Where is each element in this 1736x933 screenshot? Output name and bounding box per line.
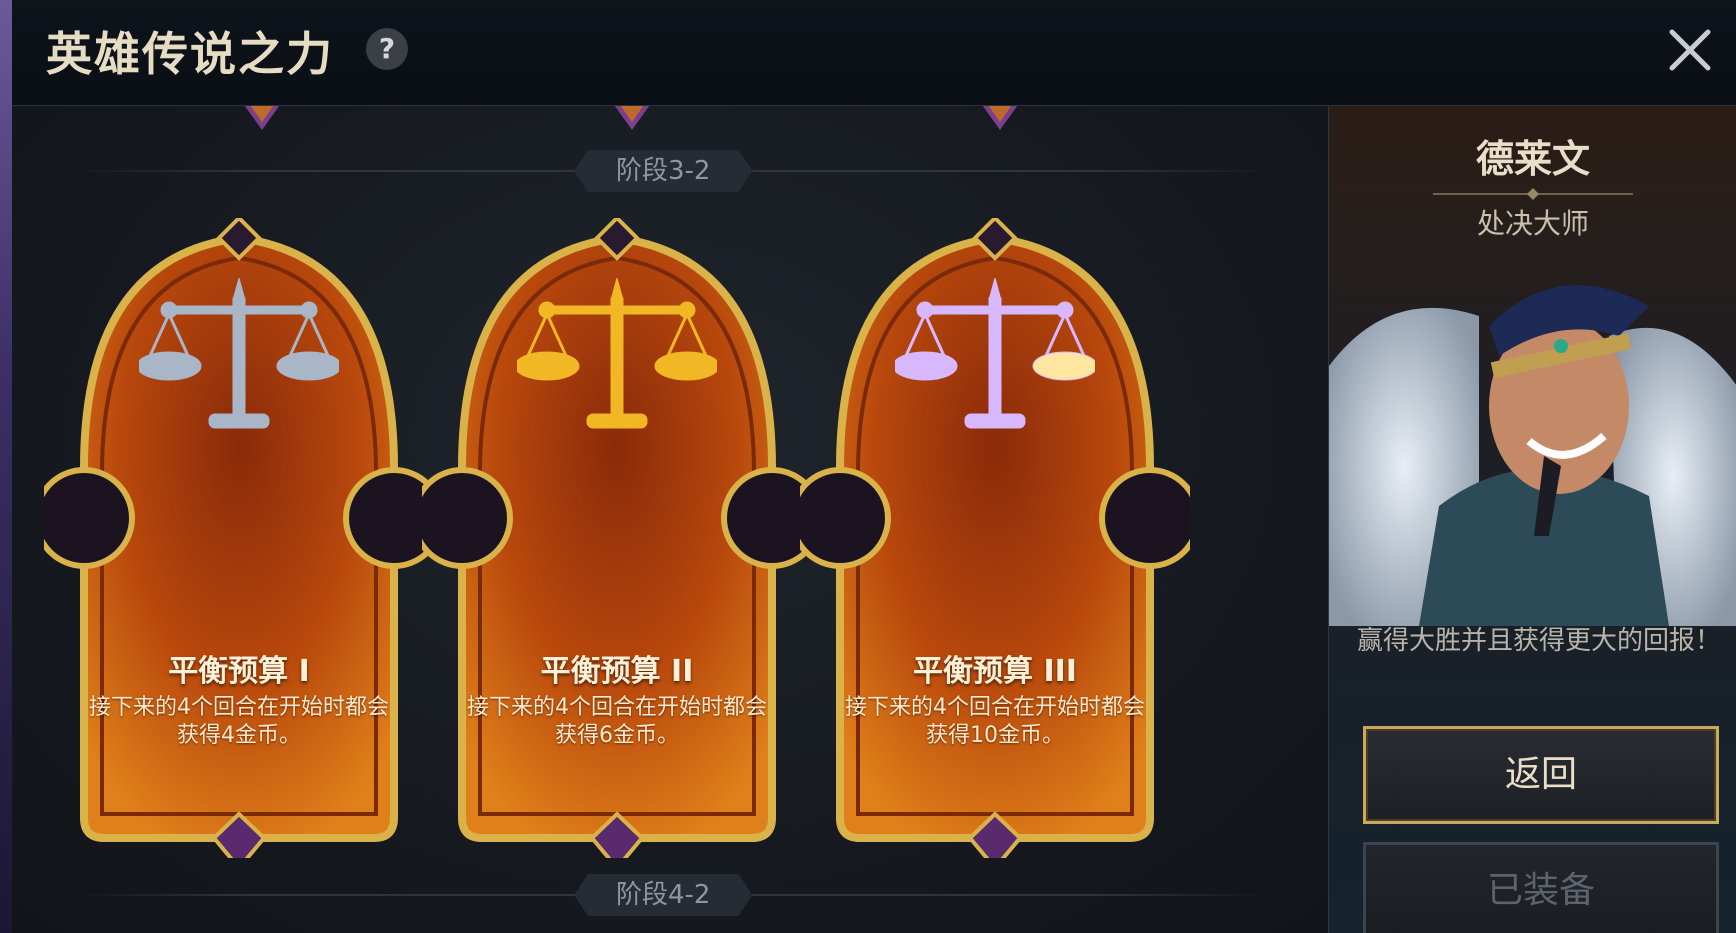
- card-description: 接下来的4个回合在开始时都会获得6金币。: [467, 695, 767, 748]
- gem-icon: [982, 106, 1018, 130]
- card-description: 接下来的4个回合在开始时都会获得4金币。: [89, 695, 389, 748]
- card-name: 平衡预算 III: [913, 654, 1077, 689]
- ornament-divider: [1433, 188, 1633, 200]
- champion-quote: 赢得大胜并且获得更大的回报！: [1356, 626, 1721, 656]
- champion-portrait: [1329, 285, 1736, 626]
- page-title: 英雄传说之力: [46, 27, 334, 81]
- balance-scale-icon: [517, 278, 717, 429]
- gem-icon: [614, 106, 650, 130]
- augment-selection-area: 阶段3-2 平衡预算 I 接下来的4个回合在开始时都会获得4金币。 平衡预算 I…: [12, 106, 1328, 933]
- card-name: 平衡预算 II: [540, 654, 694, 689]
- champion-panel: 德莱文 处决大师 赢得大胜并且获得更大的回报！ 返回 已装备: [1328, 106, 1736, 933]
- stage-label-lower: 阶段4-2: [574, 874, 752, 916]
- champion-name: 德莱文: [1475, 137, 1590, 181]
- stage-label-upper: 阶段3-2: [574, 150, 752, 192]
- augment-card-1[interactable]: 平衡预算 I 接下来的4个回合在开始时都会获得4金币。: [44, 218, 434, 858]
- augment-card-2[interactable]: 平衡预算 II 接下来的4个回合在开始时都会获得6金币。: [422, 218, 812, 858]
- augment-card-3[interactable]: 平衡预算 III 接下来的4个回合在开始时都会获得10金币。: [800, 218, 1190, 858]
- balance-scale-icon: [139, 278, 339, 429]
- equipped-button[interactable]: 已装备: [1363, 842, 1719, 933]
- champion-title: 处决大师: [1476, 207, 1589, 240]
- card-name: 平衡预算 I: [168, 654, 310, 689]
- left-edge-strip: [0, 0, 12, 933]
- header-bar: 英雄传说之力 ?: [12, 0, 1736, 106]
- close-icon[interactable]: [1660, 20, 1720, 80]
- card-description: 接下来的4个回合在开始时都会获得10金币。: [845, 695, 1145, 748]
- help-icon[interactable]: ?: [366, 28, 408, 70]
- balance-scale-icon: [895, 278, 1095, 429]
- back-button[interactable]: 返回: [1363, 726, 1719, 824]
- gem-icon: [244, 106, 280, 130]
